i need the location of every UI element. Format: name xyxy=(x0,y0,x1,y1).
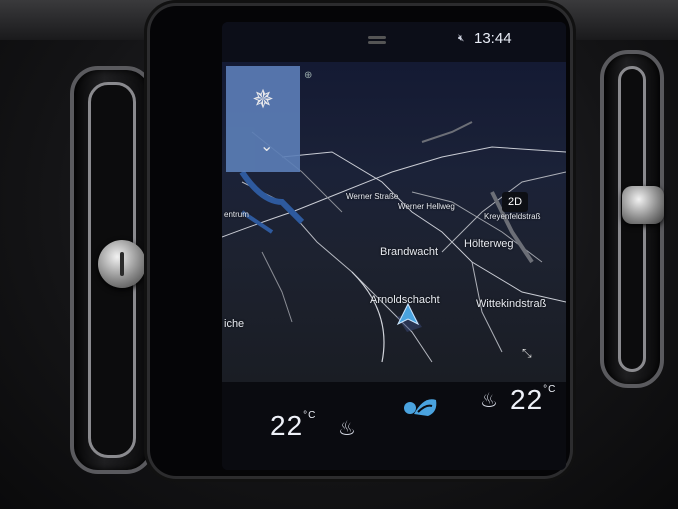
passenger-temperature[interactable]: 22°C xyxy=(510,384,556,416)
place-label: Wittekindstraß xyxy=(476,298,547,310)
expand-icon[interactable]: ⤡ xyxy=(522,346,532,361)
clock: 13:44 xyxy=(474,30,512,47)
temp-unit: °C xyxy=(543,384,557,395)
locate-icon[interactable]: ⊕ xyxy=(304,70,312,81)
driver-seat-heat-icon[interactable]: ♨ xyxy=(338,416,356,441)
vehicle-position-arrow xyxy=(396,302,420,326)
passenger-temp-value: 22 xyxy=(510,384,544,415)
street-label: Werner Straße xyxy=(346,192,399,201)
left-vent-knob[interactable] xyxy=(98,240,146,288)
right-vent-knob[interactable] xyxy=(622,186,664,224)
infotainment-screen: 🔇︎ 13:44 ✵ ⌄ ⊕ Werner Straße Werner Hell… xyxy=(222,22,566,470)
place-label: Hölterweg xyxy=(464,238,514,250)
compass-panel[interactable]: ✵ ⌄ xyxy=(226,66,300,172)
street-label: Werner Hellweg xyxy=(398,202,455,211)
street-label: Kreyenfeldstraß xyxy=(484,212,541,221)
street-label: entrum xyxy=(224,210,249,219)
climate-bar: 22°C ♨ ♨ 22°C xyxy=(222,382,566,470)
knob-marker xyxy=(120,252,124,276)
place-label: Brandwacht xyxy=(380,246,439,258)
place-label: iche xyxy=(224,318,245,330)
driver-temp-value: 22 xyxy=(270,410,304,441)
climate-fan-icon[interactable] xyxy=(400,392,440,422)
navigation-map[interactable]: ✵ ⌄ ⊕ Werner Straße Werner Hellweg Kreye… xyxy=(222,62,566,382)
speaker-muted-icon: 🔇︎ xyxy=(458,33,465,44)
passenger-seat-heat-icon[interactable]: ♨ xyxy=(480,388,498,413)
chevron-down-icon[interactable]: ⌄ xyxy=(260,136,273,156)
status-bar: 🔇︎ 13:44 xyxy=(222,22,566,62)
compass-rose-icon: ✵ xyxy=(252,84,274,114)
map-view-mode-button[interactable]: 2D xyxy=(502,192,528,212)
pull-down-handle[interactable] xyxy=(368,36,386,39)
temp-unit: °C xyxy=(303,410,317,421)
driver-temperature[interactable]: 22°C xyxy=(270,410,316,442)
